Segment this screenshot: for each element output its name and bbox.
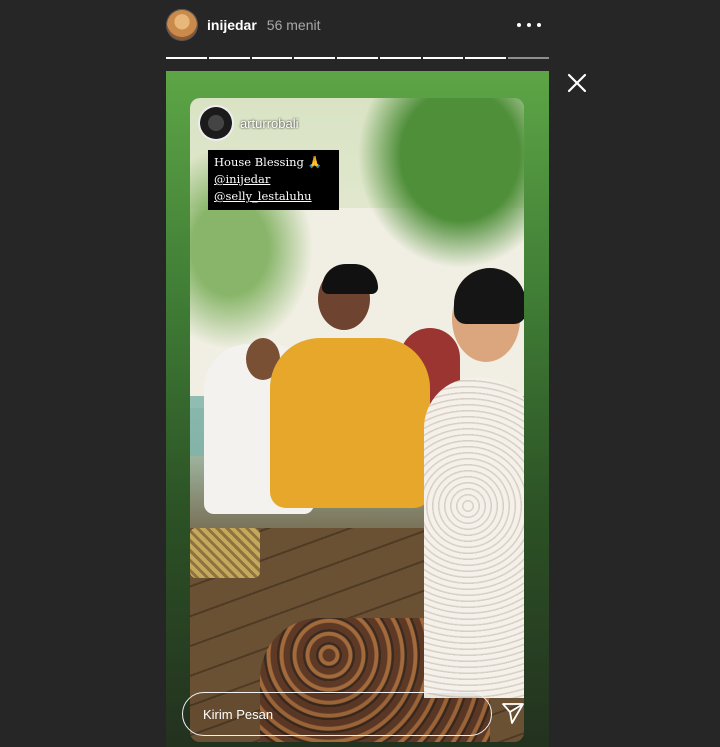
scene-person [270, 338, 430, 508]
story-header: inijedar 56 menit [166, 8, 549, 42]
send-icon[interactable] [500, 700, 526, 726]
progress-segment [379, 57, 421, 59]
mention-link[interactable]: @selly_lestaluhu [214, 188, 339, 205]
repost-username[interactable]: arturrobali [240, 116, 299, 131]
progress-segment [422, 57, 464, 59]
story-progress-bar [166, 57, 550, 60]
progress-segment [465, 57, 507, 59]
progress-segment [337, 57, 378, 59]
reply-input[interactable]: Kirim Pesan [182, 692, 492, 736]
reply-placeholder: Kirim Pesan [203, 706, 274, 722]
story-caption: House Blessing 🙏 @inijedar @selly_lestal… [208, 150, 339, 210]
mention-link[interactable]: @inijedar [214, 171, 339, 188]
progress-segment [166, 57, 207, 59]
progress-segment [508, 57, 550, 59]
caption-title: House Blessing 🙏 [214, 155, 322, 169]
more-options-icon[interactable] [517, 14, 541, 36]
reposted-story-card[interactable]: arturrobali House Blessing 🙏 @inijedar @… [190, 98, 524, 742]
progress-segment [208, 57, 250, 59]
scene-person [424, 378, 524, 698]
story-frame[interactable]: arturrobali House Blessing 🙏 @inijedar @… [166, 71, 549, 747]
scene-foliage [340, 98, 524, 288]
user-avatar[interactable] [166, 9, 198, 41]
scene-offering [190, 528, 260, 578]
progress-segment [294, 57, 336, 59]
repost-avatar[interactable] [200, 107, 232, 139]
close-icon[interactable] [566, 72, 588, 94]
username[interactable]: inijedar [207, 17, 257, 33]
post-time: 56 menit [266, 17, 321, 33]
progress-segment [251, 57, 293, 59]
repost-attribution[interactable]: arturrobali [200, 107, 299, 139]
